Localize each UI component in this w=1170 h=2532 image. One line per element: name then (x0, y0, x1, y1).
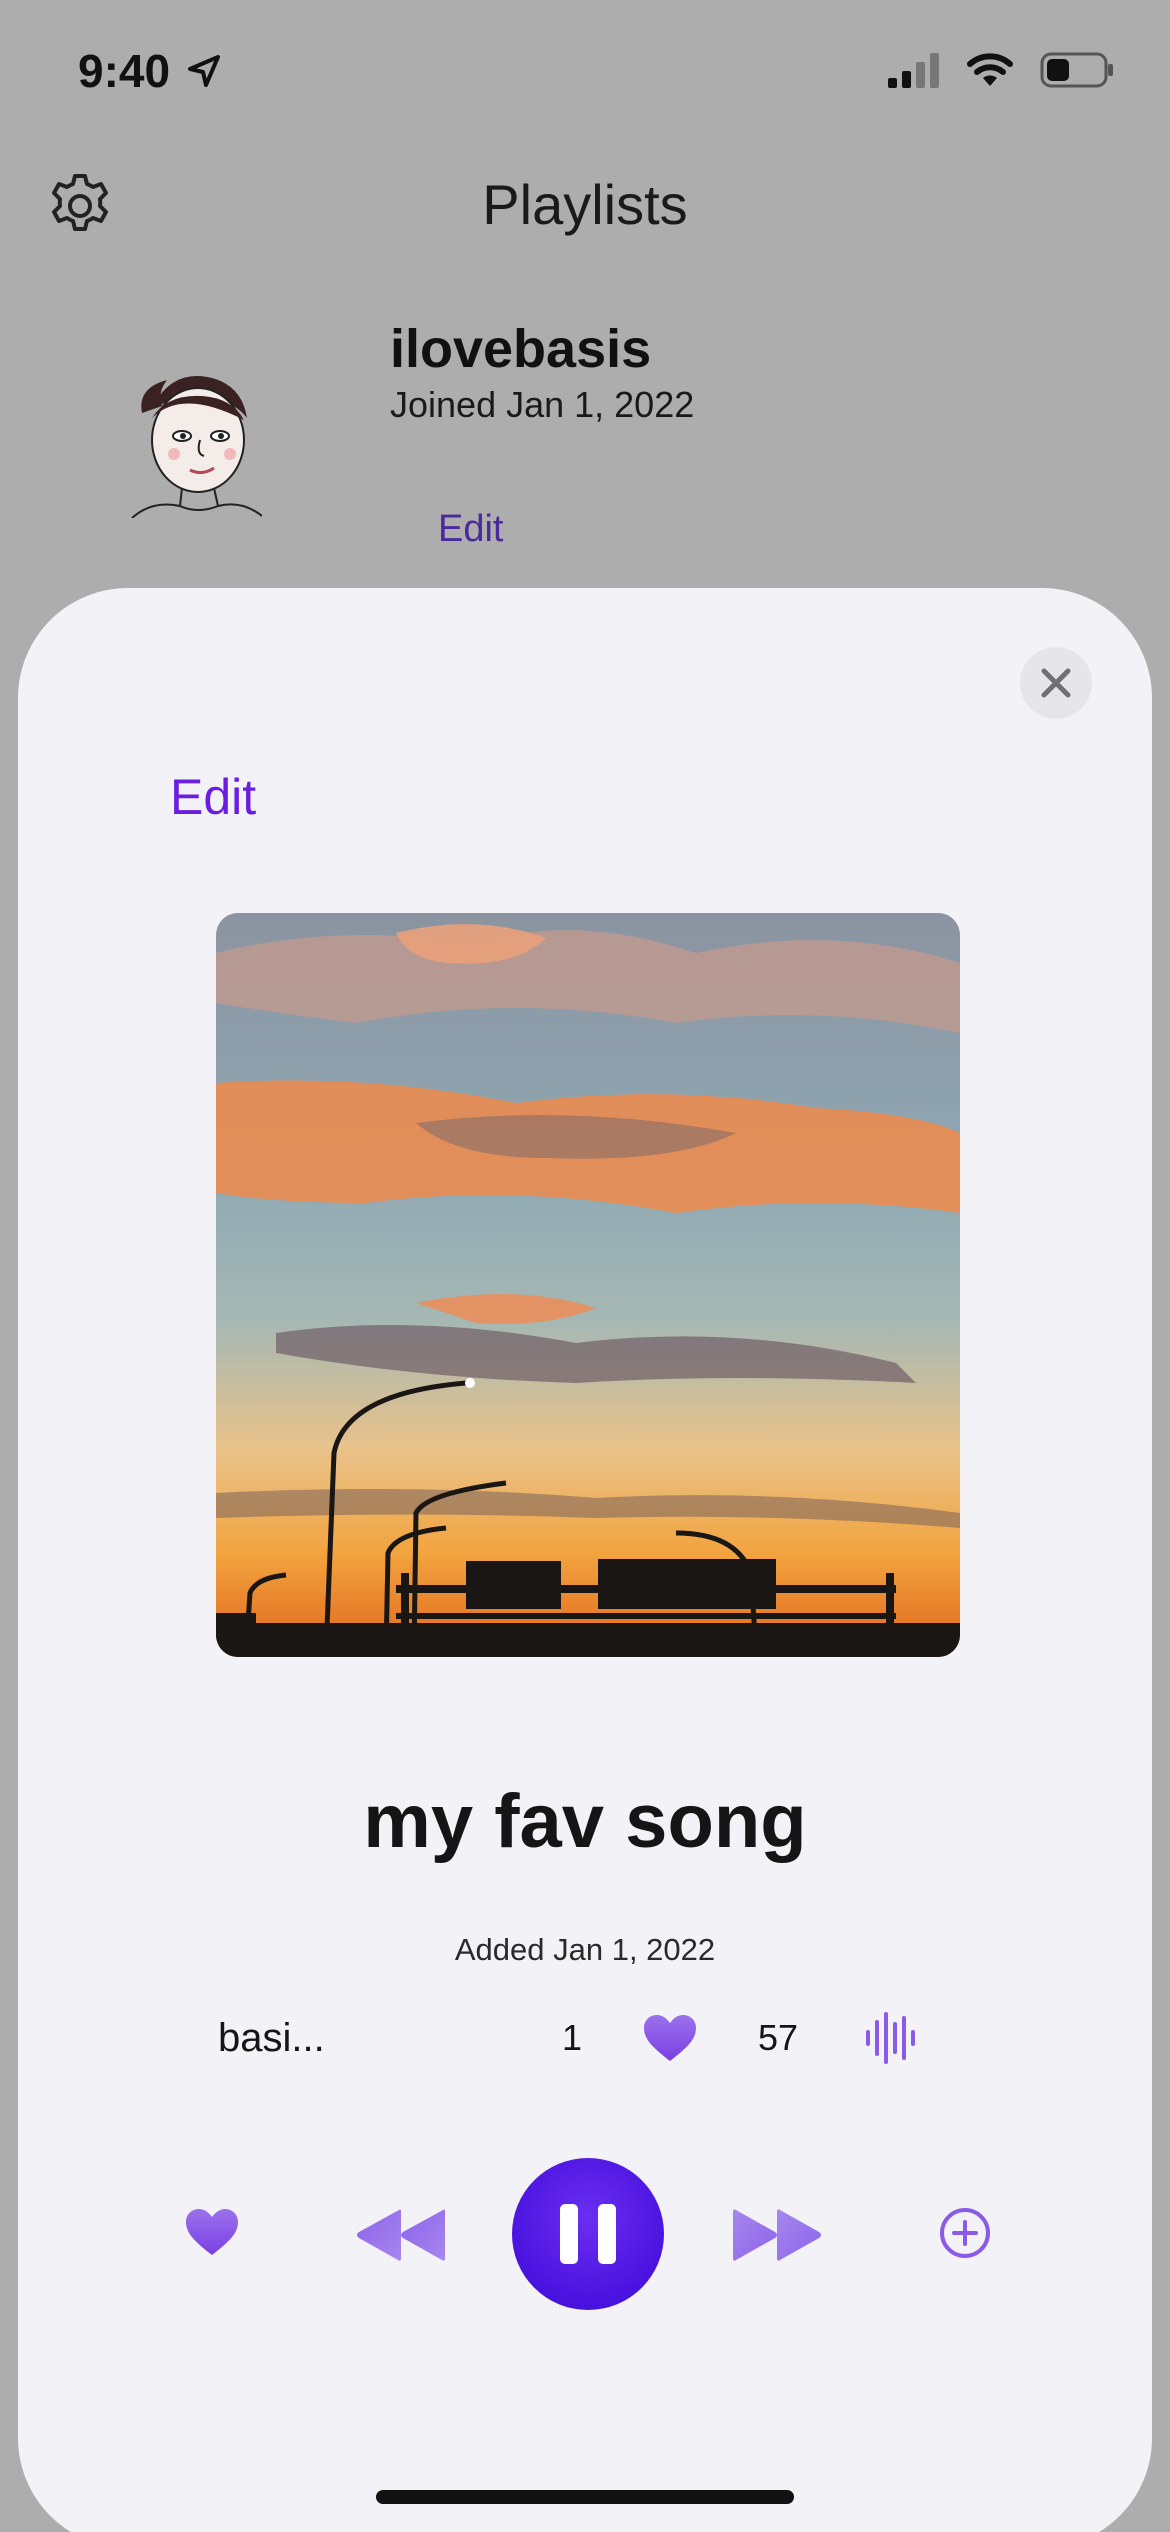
profile-username: ilovebasis (390, 319, 652, 379)
home-indicator[interactable] (376, 2490, 794, 2504)
profile-joined-date: Joined Jan 1, 2022 (390, 384, 695, 425)
add-to-playlist-button[interactable] (938, 2206, 992, 2260)
close-icon (1041, 668, 1071, 698)
cellular-signal-icon (888, 53, 939, 88)
rewind-icon (357, 2209, 445, 2261)
heart-icon (644, 2015, 696, 2061)
song-added-date: Added Jan 1, 2022 (454, 1932, 716, 1967)
waveform-icon (866, 2012, 915, 2064)
pause-button[interactable] (512, 2158, 664, 2310)
battery-icon (1040, 52, 1113, 88)
fast-forward-button[interactable] (730, 2205, 826, 2265)
song-title: my fav song (363, 1779, 807, 1864)
status-time: 9:40 (78, 44, 224, 98)
likes-heart-icon (642, 2006, 698, 2070)
wifi-icon (967, 53, 1013, 86)
pause-icon (560, 2204, 616, 2264)
song-author[interactable]: basi... (218, 2006, 325, 2070)
profile-edit-link[interactable]: Edit (438, 508, 503, 551)
location-arrow-icon (188, 55, 221, 87)
song-count-2: 57 (758, 2017, 799, 2058)
avatar (131, 376, 262, 518)
close-button[interactable] (1020, 647, 1092, 719)
fast-forward-icon (733, 2209, 821, 2261)
add-circle-icon (940, 2208, 990, 2258)
rewind-button[interactable] (352, 2205, 448, 2265)
page-title: Playlists (482, 173, 688, 236)
sheet-edit-button[interactable]: Edit (170, 768, 256, 826)
status-time-text: 9:40 (78, 45, 171, 97)
waveform-button[interactable] (864, 2006, 916, 2070)
status-indicators (888, 52, 1114, 88)
like-button[interactable] (182, 2202, 242, 2262)
sunset-photo (216, 913, 960, 1657)
song-artwork (216, 913, 960, 1657)
song-count-1: 1 (562, 2017, 583, 2058)
heart-icon (186, 2209, 238, 2255)
